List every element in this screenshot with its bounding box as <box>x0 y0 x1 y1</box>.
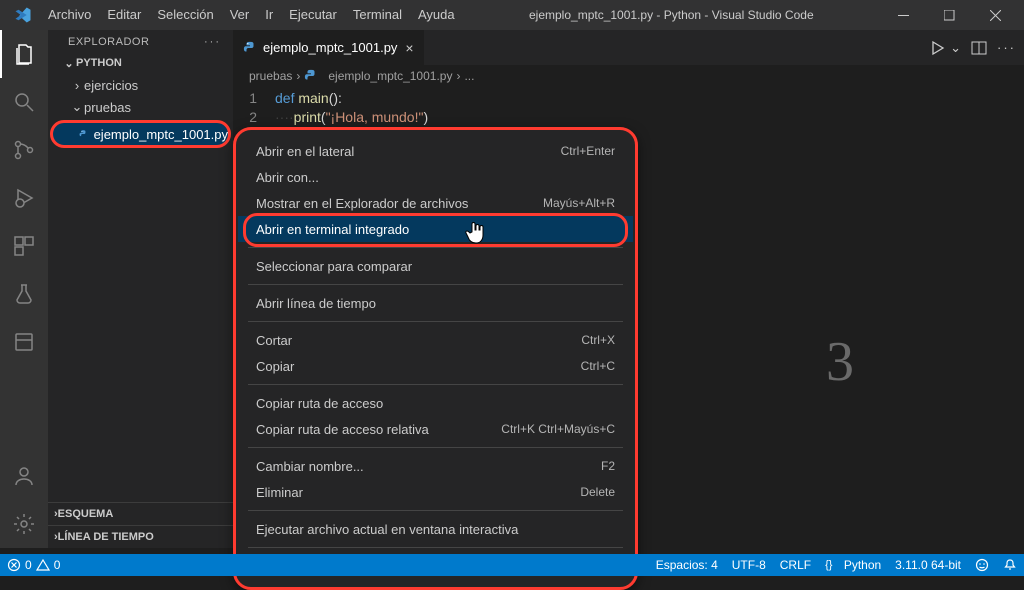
folder-label: ejercicios <box>84 78 138 93</box>
menu-editar[interactable]: Editar <box>99 0 149 30</box>
file-label: ejemplo_mptc_1001.py <box>94 127 228 142</box>
folder-ejercicios[interactable]: › ejercicios <box>48 74 233 96</box>
menu-archivo[interactable]: Archivo <box>40 0 99 30</box>
root-label: PYTHON <box>76 57 122 69</box>
ctx-copy-path[interactable]: Copiar ruta de acceso <box>238 390 633 416</box>
ctx-copy-relative-path[interactable]: Copiar ruta de acceso relativaCtrl+K Ctr… <box>238 416 633 442</box>
ctx-separator <box>248 447 623 448</box>
close-button[interactable] <box>972 0 1018 30</box>
jupyter-view-icon[interactable] <box>0 318 48 366</box>
ctx-reveal-explorer[interactable]: Mostrar en el Explorador de archivosMayú… <box>238 190 633 216</box>
code-area[interactable]: 1def main(): 2····print("¡Hola, mundo!") <box>233 87 1024 127</box>
ctx-open-terminal[interactable]: Abrir en terminal integrado <box>238 216 633 242</box>
ctx-delete[interactable]: EliminarDelete <box>238 479 633 505</box>
status-feedback-icon[interactable] <box>968 558 996 572</box>
menubar: Archivo Editar Selección Ver Ir Ejecutar… <box>40 0 463 30</box>
run-dropdown-icon[interactable]: ⌄ <box>950 40 961 56</box>
file-ejemplo[interactable]: ejemplo_mptc_1001.py <box>50 120 231 148</box>
ctx-cut[interactable]: CortarCtrl+X <box>238 327 633 353</box>
ctx-rename[interactable]: Cambiar nombre...F2 <box>238 453 633 479</box>
extensions-view-icon[interactable] <box>0 222 48 270</box>
minimize-button[interactable] <box>880 0 926 30</box>
explorer-more-icon[interactable]: ··· <box>204 36 221 48</box>
menu-ver[interactable]: Ver <box>222 0 258 30</box>
context-menu: Abrir en el lateralCtrl+Enter Abrir con.… <box>233 127 638 590</box>
status-spaces[interactable]: Espacios: 4 <box>649 558 725 572</box>
ctx-open-side[interactable]: Abrir en el lateralCtrl+Enter <box>238 138 633 164</box>
split-editor-icon[interactable] <box>971 40 987 56</box>
python-file-icon <box>243 41 257 55</box>
tab-ejemplo[interactable]: ejemplo_mptc_1001.py × <box>233 30 425 65</box>
ctx-copy[interactable]: CopiarCtrl+C <box>238 353 633 379</box>
maximize-button[interactable] <box>926 0 972 30</box>
ctx-compare[interactable]: Seleccionar para comparar <box>238 253 633 279</box>
annotation-number: 3 <box>826 330 854 394</box>
status-python-version[interactable]: 3.11.0 64-bit <box>888 558 968 572</box>
python-file-icon <box>79 127 88 141</box>
titlebar: Archivo Editar Selección Ver Ir Ejecutar… <box>0 0 1024 30</box>
ctx-run-interactive[interactable]: Ejecutar archivo actual en ventana inter… <box>238 516 633 542</box>
vscode-logo-icon <box>14 6 32 24</box>
testing-view-icon[interactable] <box>0 270 48 318</box>
status-eol[interactable]: CRLF <box>773 558 818 572</box>
ctx-open-with[interactable]: Abrir con... <box>238 164 633 190</box>
status-language[interactable]: {} Python <box>818 558 888 572</box>
tab-bar: ejemplo_mptc_1001.py × ⌄ ··· <box>233 30 1024 65</box>
file-tree: ⌄ PYTHON › ejercicios ⌄ pruebas ejemplo_… <box>48 52 233 502</box>
breadcrumb-item[interactable]: ejemplo_mptc_1001.py <box>328 69 452 83</box>
ctx-separator <box>248 321 623 322</box>
chevron-down-icon: ⌄ <box>70 99 84 115</box>
activity-bar <box>0 30 48 548</box>
scm-view-icon[interactable] <box>0 126 48 174</box>
menu-seleccion[interactable]: Selección <box>149 0 221 30</box>
ctx-separator <box>248 247 623 248</box>
sidebar: EXPLORADOR ··· ⌄ PYTHON › ejercicios ⌄ p… <box>48 30 233 548</box>
folder-label: pruebas <box>84 100 131 115</box>
python-file-icon <box>304 69 318 83</box>
accounts-icon[interactable] <box>0 452 48 500</box>
ctx-separator <box>248 510 623 511</box>
chevron-down-icon: ⌄ <box>62 57 76 70</box>
folder-pruebas[interactable]: ⌄ pruebas <box>48 96 233 118</box>
ctx-separator <box>248 284 623 285</box>
menu-ejecutar[interactable]: Ejecutar <box>281 0 345 30</box>
breadcrumb-item[interactable]: pruebas <box>249 69 292 83</box>
status-encoding[interactable]: UTF-8 <box>725 558 773 572</box>
editor-more-icon[interactable]: ··· <box>997 40 1016 55</box>
explorer-title: EXPLORADOR <box>68 36 149 48</box>
close-tab-icon[interactable]: × <box>405 40 413 56</box>
explorer-view-icon[interactable] <box>0 30 48 78</box>
tab-label: ejemplo_mptc_1001.py <box>263 40 397 55</box>
window-title: ejemplo_mptc_1001.py - Python - Visual S… <box>463 8 880 22</box>
debug-view-icon[interactable] <box>0 174 48 222</box>
status-bar: 0 0 Espacios: 4 UTF-8 CRLF {} Python 3.1… <box>0 554 1024 576</box>
settings-gear-icon[interactable] <box>0 500 48 548</box>
run-icon[interactable] <box>930 40 946 56</box>
breadcrumb[interactable]: pruebas› ejemplo_mptc_1001.py› ... <box>233 65 1024 87</box>
menu-terminal[interactable]: Terminal <box>345 0 410 30</box>
status-errors[interactable]: 0 0 <box>0 558 67 572</box>
ctx-timeline[interactable]: Abrir línea de tiempo <box>238 290 633 316</box>
ctx-separator <box>248 384 623 385</box>
outline-section[interactable]: ›ESQUEMA <box>48 503 233 525</box>
ctx-separator <box>248 547 623 548</box>
breadcrumb-item[interactable]: ... <box>464 69 474 83</box>
search-view-icon[interactable] <box>0 78 48 126</box>
status-bell-icon[interactable] <box>996 558 1024 572</box>
chevron-right-icon: › <box>70 78 84 93</box>
menu-ayuda[interactable]: Ayuda <box>410 0 463 30</box>
menu-ir[interactable]: Ir <box>257 0 281 30</box>
workspace-root[interactable]: ⌄ PYTHON <box>48 52 233 74</box>
timeline-section[interactable]: ›LÍNEA DE TIEMPO <box>48 526 233 548</box>
